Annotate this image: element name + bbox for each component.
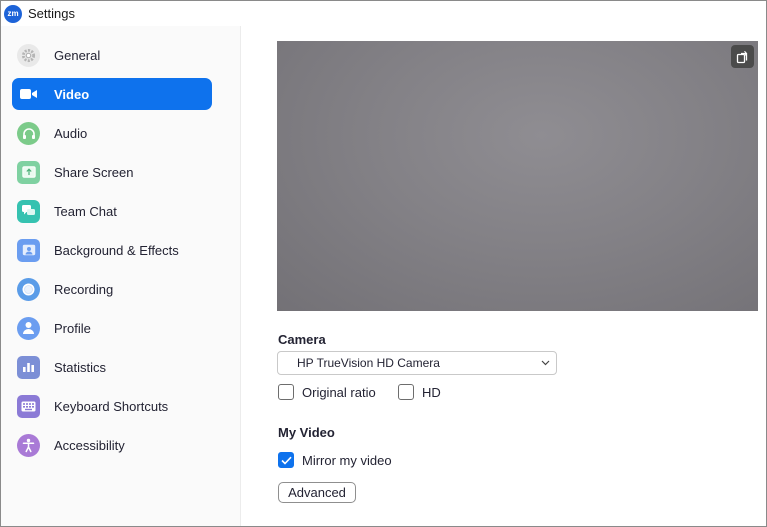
sidebar-item-label: Team Chat <box>54 203 117 219</box>
zoom-logo-icon: zm <box>4 4 22 23</box>
chevron-down-icon <box>541 360 550 366</box>
sidebar-item-label: Accessibility <box>54 437 125 453</box>
sidebar-item-accessibility[interactable]: Accessibility <box>12 429 212 461</box>
sidebar-item-video[interactable]: Video <box>12 78 212 110</box>
sidebar-item-label: Keyboard Shortcuts <box>54 398 169 414</box>
keyboard-icon <box>17 394 40 418</box>
checkmark-icon <box>280 456 292 465</box>
my-video-section-label: My Video <box>278 425 335 440</box>
sidebar-item-label: Audio <box>54 125 88 141</box>
sidebar-item-label: Share Screen <box>54 164 134 180</box>
chat-bubbles-icon <box>17 199 40 223</box>
mirror-video-label: Mirror my video <box>302 452 392 468</box>
checkbox-box[interactable] <box>278 384 294 400</box>
hd-label: HD <box>422 384 441 400</box>
original-ratio-checkbox[interactable]: Original ratio <box>278 384 376 400</box>
sidebar-item-general[interactable]: General <box>12 39 212 71</box>
sidebar-item-share-screen[interactable]: Share Screen <box>12 156 212 188</box>
sidebar-item-label: Video <box>54 86 90 102</box>
sidebar-item-statistics[interactable]: Statistics <box>12 351 212 383</box>
sidebar-item-keyboard-shortcuts[interactable]: Keyboard Shortcuts <box>12 390 212 422</box>
rotate-icon <box>736 50 750 64</box>
sidebar-item-audio[interactable]: Audio <box>12 117 212 149</box>
sidebar-item-team-chat[interactable]: Team Chat <box>12 195 212 227</box>
mirror-video-checkbox[interactable]: Mirror my video <box>278 452 392 468</box>
sidebar-item-label: Background & Effects <box>54 242 179 258</box>
sidebar-item-profile[interactable]: Profile <box>12 312 212 344</box>
person-icon <box>17 316 40 340</box>
camera-select-value: HP TrueVision HD Camera <box>297 356 440 370</box>
record-icon <box>17 277 40 301</box>
sidebar-item-label: Statistics <box>54 359 107 375</box>
background-icon <box>17 238 40 262</box>
accessibility-icon <box>17 433 40 457</box>
checkbox-box[interactable] <box>398 384 414 400</box>
camera-preview <box>277 41 758 311</box>
checkbox-box[interactable] <box>278 452 294 468</box>
window-title: Settings <box>28 6 75 21</box>
sidebar-item-label: Profile <box>54 320 91 336</box>
share-screen-icon <box>17 160 40 184</box>
advanced-button[interactable]: Advanced <box>278 482 356 503</box>
headphones-icon <box>17 121 40 145</box>
hd-checkbox[interactable]: HD <box>398 384 441 400</box>
sidebar-item-recording[interactable]: Recording <box>12 273 212 305</box>
sidebar-item-label: Recording <box>54 281 114 297</box>
rotate-camera-button[interactable] <box>731 45 754 68</box>
sidebar-item-background-effects[interactable]: Background & Effects <box>12 234 212 266</box>
gear-icon <box>17 43 40 67</box>
camera-section-label: Camera <box>278 332 326 347</box>
original-ratio-label: Original ratio <box>302 384 376 400</box>
video-settings-panel: Camera HP TrueVision HD Camera Original … <box>241 26 766 526</box>
title-bar: zm Settings <box>1 1 766 26</box>
bar-chart-icon <box>17 355 40 379</box>
camera-select[interactable]: HP TrueVision HD Camera <box>277 351 557 375</box>
settings-window: zm Settings General Video Audio Share Sc… <box>0 0 767 527</box>
sidebar: General Video Audio Share Screen Team Ch <box>1 26 241 526</box>
sidebar-item-label: General <box>54 47 101 63</box>
video-camera-icon <box>17 83 40 106</box>
